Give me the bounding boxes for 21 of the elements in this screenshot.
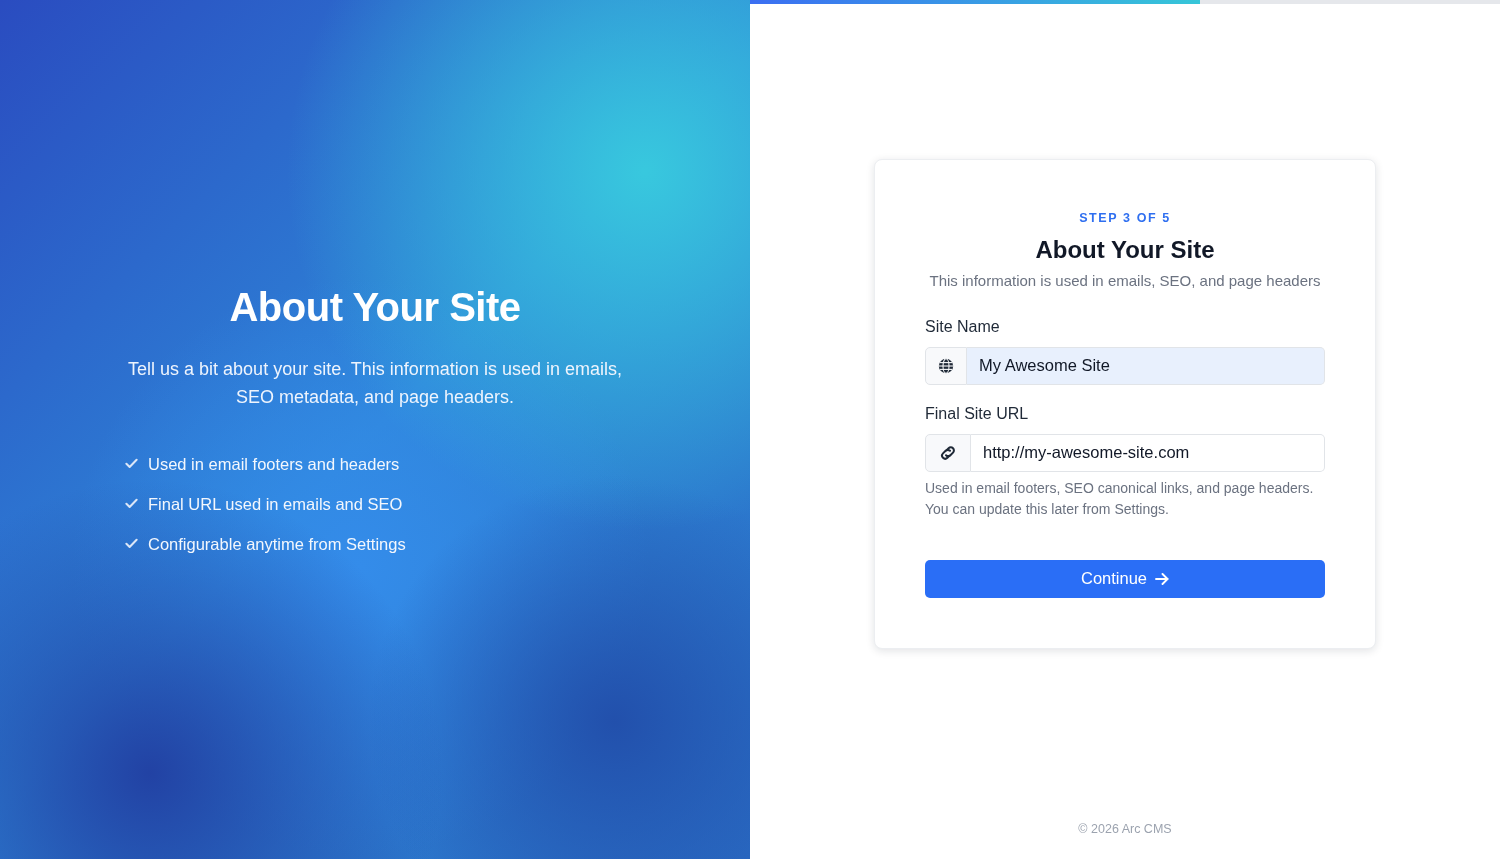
- hero-title: About Your Site: [228, 283, 522, 331]
- text-input-field[interactable]: My Awesome Site: [967, 346, 1325, 385]
- step-label: STEP 3 OF 5: [1078, 209, 1172, 226]
- field-label: Final Site URL: [925, 403, 1030, 424]
- check-icon: [125, 538, 138, 549]
- feature-text: Final URL used in emails and SEO: [148, 493, 403, 515]
- help-text: Used in email footers, SEO canonical links, and page headers. You can update this later from Settings.: [925, 478, 1315, 519]
- card-title: About Your Site: [1034, 234, 1216, 265]
- hero-description: Tell us a bit about your site. This information is used in emails, SEO metadata, and page headers.: [127, 357, 623, 409]
- copyright-text: © 2026 Arc CMS: [1077, 821, 1173, 838]
- card-subtitle: This information is used in emails, SEO, and page headers: [928, 270, 1322, 291]
- continue-button[interactable]: Continue: [925, 559, 1325, 598]
- check-icon: [125, 498, 138, 509]
- feature-text: Used in email footers and headers: [148, 453, 400, 475]
- field-label: Site Name: [925, 316, 1001, 337]
- check-icon: [125, 458, 138, 469]
- link-icon: [938, 444, 958, 461]
- feature-text: Configurable anytime from Settings: [148, 533, 406, 555]
- arrow-right-icon: [1155, 572, 1170, 585]
- url-input-field[interactable]: http://my-awesome-site.com: [971, 433, 1325, 472]
- globe-icon: [938, 357, 954, 374]
